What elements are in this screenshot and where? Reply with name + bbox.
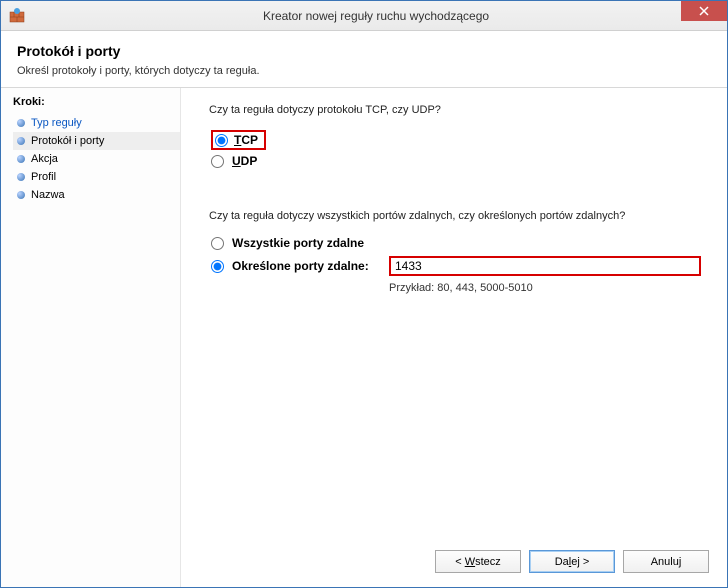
- window-title: Kreator nowej reguły ruchu wychodzącego: [25, 9, 727, 23]
- radio-specific-ports[interactable]: [211, 260, 224, 273]
- ports-block: Czy ta reguła dotyczy wszystkich portów …: [209, 210, 701, 294]
- wizard-header: Protokół i porty Określ protokoły i port…: [1, 31, 727, 88]
- ports-example: Przykład: 80, 443, 5000-5010: [389, 282, 701, 294]
- back-button[interactable]: < Wstecz: [435, 550, 521, 573]
- bullet-icon: [17, 173, 25, 181]
- wizard-body: Kroki: Typ reguły Protokół i porty Akcja…: [1, 88, 727, 587]
- specific-ports-input[interactable]: [389, 256, 701, 276]
- next-button[interactable]: Dalej >: [529, 550, 615, 573]
- radio-udp-label: UDP: [232, 154, 257, 168]
- step-label: Protokół i porty: [31, 135, 104, 147]
- steps-sidebar: Kroki: Typ reguły Protokół i porty Akcja…: [1, 88, 181, 587]
- step-profile[interactable]: Profil: [13, 168, 180, 186]
- page-title: Protokół i porty: [17, 43, 711, 59]
- ports-question: Czy ta reguła dotyczy wszystkich portów …: [209, 210, 701, 222]
- step-label: Profil: [31, 171, 56, 183]
- bullet-icon: [17, 119, 25, 127]
- firewall-icon: [9, 8, 25, 24]
- step-protocol-ports[interactable]: Protokół i porty: [13, 132, 180, 150]
- protocol-tcp-row: TCP: [211, 130, 701, 150]
- titlebar: Kreator nowej reguły ruchu wychodzącego: [1, 1, 727, 31]
- radio-all-ports-label: Wszystkie porty zdalne: [232, 236, 364, 250]
- radio-tcp-label: TCP: [234, 133, 258, 147]
- radio-tcp[interactable]: [215, 134, 228, 147]
- step-label: Typ reguły: [31, 117, 82, 129]
- step-rule-type[interactable]: Typ reguły: [13, 114, 180, 132]
- page-subtitle: Określ protokoły i porty, których dotycz…: [17, 65, 711, 77]
- bullet-icon: [17, 155, 25, 163]
- steps-heading: Kroki:: [13, 96, 180, 108]
- radio-all-ports[interactable]: [211, 237, 224, 250]
- step-action[interactable]: Akcja: [13, 150, 180, 168]
- step-label: Nazwa: [31, 189, 65, 201]
- wizard-content: Czy ta reguła dotyczy protokołu TCP, czy…: [181, 88, 727, 587]
- close-icon: [699, 6, 709, 16]
- wizard-window: Kreator nowej reguły ruchu wychodzącego …: [0, 0, 728, 588]
- ports-specific-row: Określone porty zdalne:: [211, 256, 701, 276]
- protocol-udp-row: UDP: [211, 154, 701, 168]
- radio-udp[interactable]: [211, 155, 224, 168]
- step-name[interactable]: Nazwa: [13, 186, 180, 204]
- wizard-buttons: < Wstecz Dalej > Anuluj: [435, 550, 709, 573]
- step-label: Akcja: [31, 153, 58, 165]
- close-button[interactable]: [681, 1, 727, 21]
- protocol-question: Czy ta reguła dotyczy protokołu TCP, czy…: [209, 104, 701, 116]
- cancel-button[interactable]: Anuluj: [623, 550, 709, 573]
- bullet-icon: [17, 191, 25, 199]
- ports-all-row: Wszystkie porty zdalne: [211, 236, 701, 250]
- radio-specific-ports-label: Określone porty zdalne:: [232, 259, 369, 273]
- bullet-icon: [17, 137, 25, 145]
